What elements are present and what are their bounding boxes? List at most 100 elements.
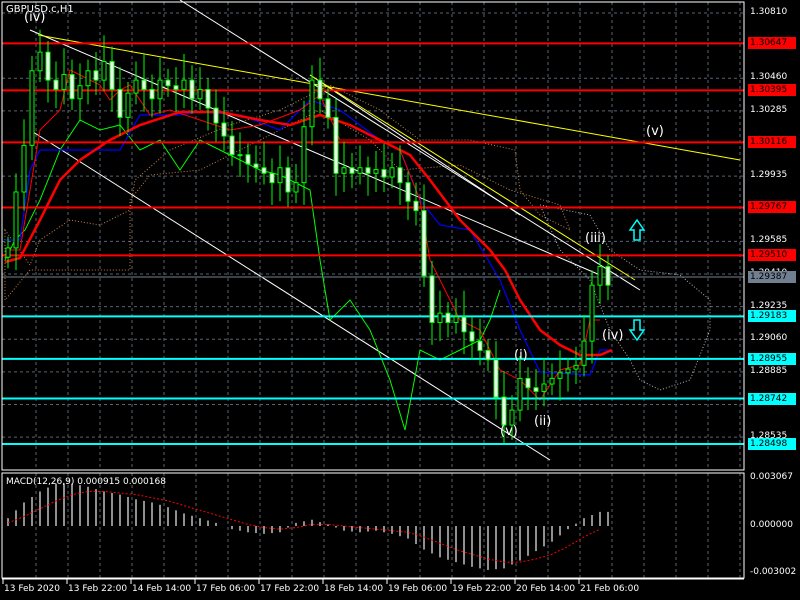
macd-signal-line <box>7 490 601 563</box>
candle <box>581 315 587 377</box>
candle-body <box>101 60 107 81</box>
candle <box>61 48 67 105</box>
wave-label-iii: (iii) <box>585 231 606 246</box>
trendline-yellow-long <box>37 34 741 161</box>
candle <box>45 40 51 103</box>
candle <box>565 357 571 392</box>
price-chart[interactable] <box>0 0 800 600</box>
arrow-down-icon <box>628 319 646 342</box>
candle-body <box>165 79 171 87</box>
candle <box>213 89 219 142</box>
candle-body <box>509 409 515 426</box>
candle-body <box>253 163 259 169</box>
candle-body <box>293 182 299 193</box>
candle-body <box>581 340 587 366</box>
wave-label-v-low: (v) <box>500 424 518 439</box>
candle <box>109 46 115 112</box>
candle-body <box>29 70 35 146</box>
candle-body <box>133 79 139 94</box>
candle <box>533 369 539 411</box>
candle <box>37 29 43 82</box>
macd-frame <box>1 472 745 579</box>
candle <box>373 150 379 192</box>
candle <box>85 59 91 105</box>
candle-body <box>429 275 435 323</box>
candle-body <box>285 167 291 193</box>
time-label: 21 Feb 06:00 <box>580 584 640 594</box>
candle-body <box>221 122 227 137</box>
candle-body <box>229 135 235 156</box>
macd-panel <box>7 483 609 570</box>
candle-body <box>605 266 611 286</box>
candle-body <box>261 167 267 174</box>
candle-body <box>541 383 547 392</box>
candle-body <box>517 377 523 411</box>
support-price-label: 1.29183 <box>748 310 796 323</box>
price-tick-label: 1.29235 <box>750 300 788 311</box>
candle-body <box>373 169 379 174</box>
candle <box>21 119 27 211</box>
candle-body <box>149 88 155 100</box>
resistance-price-label: 1.30647 <box>748 37 796 50</box>
candle-body <box>237 154 243 157</box>
price-tick-label: 1.29060 <box>750 333 788 344</box>
candle-body <box>37 51 43 72</box>
candle-body <box>45 51 51 81</box>
support-price-label: 1.28498 <box>748 438 796 451</box>
candle-body <box>197 88 203 100</box>
candle-body <box>213 107 219 124</box>
candle-body <box>549 377 555 385</box>
candle-body <box>557 372 563 379</box>
candle-body <box>53 79 59 90</box>
candle-body <box>93 70 99 81</box>
macd-tick-label: -0.003002 <box>750 567 797 577</box>
candle-body <box>357 167 363 174</box>
candle <box>229 121 235 166</box>
candle <box>349 152 355 189</box>
resistance-price-label: 1.29510 <box>748 249 796 262</box>
candle <box>413 182 419 226</box>
candle-body <box>597 266 603 286</box>
candle-body <box>405 182 411 202</box>
wave-label-ii: (ii) <box>534 414 552 429</box>
candle <box>157 57 163 114</box>
candle-body <box>349 167 355 174</box>
candle-body <box>365 167 371 174</box>
time-label: 19 Feb 06:00 <box>388 584 448 594</box>
channel-line-inner <box>309 74 521 216</box>
candle <box>445 301 451 338</box>
candle <box>133 61 139 105</box>
candle-body <box>589 284 595 342</box>
price-tick-label: 1.30810 <box>750 7 788 17</box>
price-tick-label: 1.30285 <box>750 104 788 115</box>
candle-body <box>181 79 187 90</box>
candle <box>333 98 339 196</box>
candle <box>589 270 595 364</box>
candle-body <box>493 359 499 398</box>
candle-body <box>445 312 451 323</box>
moving-average-red-thick <box>4 110 613 357</box>
candle <box>597 244 603 304</box>
candle-body <box>341 167 347 174</box>
candle-body <box>173 85 179 90</box>
candle <box>293 164 299 204</box>
candle <box>493 341 499 420</box>
candle-body <box>21 144 27 193</box>
macd-tick-label: 0.000000 <box>750 520 793 530</box>
ichimoku-cloud-bull <box>539 204 711 391</box>
candle-body <box>69 74 75 100</box>
moving-average-blue <box>5 99 610 376</box>
candle-body <box>413 200 419 212</box>
candle-body <box>205 88 211 109</box>
candle-body <box>453 316 459 323</box>
candle-body <box>189 79 195 100</box>
candle-body <box>421 210 427 277</box>
candle <box>317 57 323 114</box>
resistance-price-label: 1.30116 <box>748 136 796 149</box>
candle <box>517 356 523 422</box>
candle-body <box>5 247 11 258</box>
candle <box>461 290 467 355</box>
candle <box>189 65 195 114</box>
candle-body <box>125 92 131 118</box>
candle <box>173 67 179 112</box>
